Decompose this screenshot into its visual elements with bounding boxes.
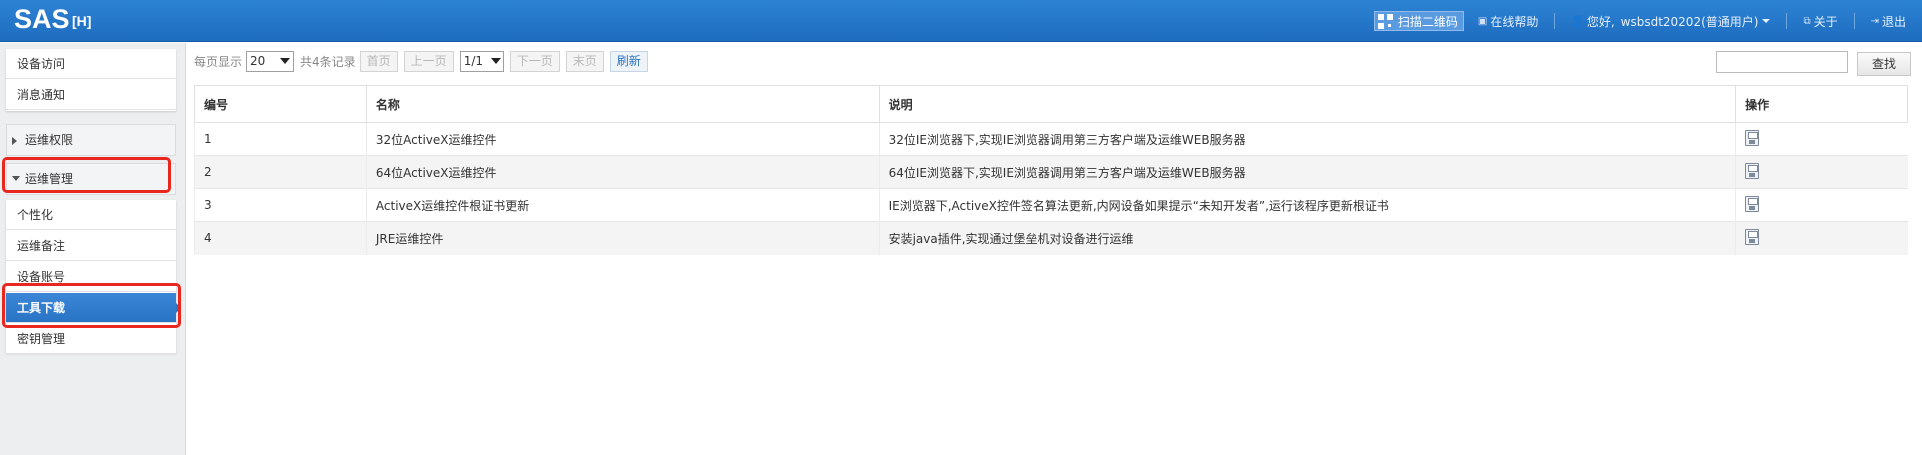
sidebar-item-ops-notes[interactable]: 运维备注 (6, 231, 176, 261)
username-label: wsbsdt20202(普通用户) (1620, 14, 1759, 29)
logout-icon: ⇥ (1870, 15, 1879, 27)
book-icon: ▣ (1477, 15, 1488, 27)
help-label: 在线帮助 (1490, 14, 1539, 29)
scan-qr-label: 扫描二维码 (1397, 14, 1458, 29)
save-icon[interactable] (1745, 195, 1760, 212)
table-row: 3 ActiveX运维控件根证书更新 IE浏览器下,ActiveX控件签名算法更… (194, 188, 1908, 222)
qr-code-icon (1377, 13, 1393, 29)
header-divider (1786, 13, 1788, 29)
row-description: 安装java插件,实现通过堡垒机对设备进行运维 (878, 221, 1736, 255)
sidebar-item-personalize[interactable]: 个性化 (6, 200, 176, 230)
row-actions (1735, 155, 1908, 189)
tools-table: 编号 名称 说明 操作 1 32位ActiveX运维控件 32位IE浏览器下,实… (194, 85, 1908, 255)
pagination-toolbar: 每页显示 20 共4条记录 首页 上一页 1/1 下一页 末页 刷新 (194, 49, 654, 73)
sidebar-group-label: 运维权限 (25, 133, 74, 147)
chevron-down-icon (491, 58, 501, 64)
chevron-down-icon (280, 58, 291, 64)
about-label: 关于 (1813, 14, 1838, 29)
user-menu[interactable]: 👤 您好, wsbsdt20202(普通用户) (1571, 13, 1771, 30)
row-actions (1735, 221, 1908, 255)
greeting-label: 您好, (1586, 14, 1615, 29)
table-row: 1 32位ActiveX运维控件 32位IE浏览器下,实现IE浏览器调用第三方客… (194, 122, 1908, 156)
column-header-actions: 操作 (1735, 85, 1908, 123)
last-page-button[interactable]: 末页 (565, 50, 604, 72)
column-header-name: 名称 (365, 85, 880, 123)
sidebar-item-tool-download[interactable]: 工具下载 (6, 293, 176, 323)
sidebar-item-key-management[interactable]: 密钥管理 (6, 324, 176, 354)
table-header-row: 编号 名称 说明 操作 (194, 85, 1908, 123)
total-records-label: 共4条记录 (300, 54, 356, 69)
sidebar-group-ops-permissions[interactable]: 运维权限 (6, 124, 176, 156)
row-name: ActiveX运维控件根证书更新 (365, 188, 880, 222)
page-select[interactable]: 1/1 (459, 50, 504, 72)
header-divider (1853, 13, 1855, 29)
refresh-button[interactable]: 刷新 (609, 50, 648, 72)
external-icon: ⧉ (1803, 15, 1811, 27)
prev-page-button[interactable]: 上一页 (403, 50, 454, 72)
row-id: 1 (194, 122, 367, 156)
sidebar-item-device-accounts[interactable]: 设备账号 (6, 262, 176, 292)
row-description: 32位IE浏览器下,实现IE浏览器调用第三方客户端及运维WEB服务器 (878, 122, 1736, 156)
row-name: 32位ActiveX运维控件 (365, 122, 880, 156)
first-page-button[interactable]: 首页 (359, 50, 398, 72)
per-page-label: 每页显示 (194, 54, 243, 69)
user-icon: 👤 (1571, 15, 1584, 27)
search-input[interactable] (1716, 51, 1848, 73)
row-id: 2 (194, 155, 367, 189)
column-header-description: 说明 (878, 85, 1737, 123)
scan-qr-button[interactable]: 扫描二维码 (1373, 11, 1464, 31)
sidebar: 设备访问 消息通知 运维权限 运维管理 个性化 运维备注 设备账号 工具下载 密… (0, 43, 186, 455)
save-icon[interactable] (1745, 228, 1760, 245)
about-link[interactable]: ⧉ 关于 (1803, 13, 1837, 30)
row-actions (1735, 122, 1908, 156)
next-page-button[interactable]: 下一页 (509, 50, 560, 72)
row-description: 64位IE浏览器下,实现IE浏览器调用第三方客户端及运维WEB服务器 (878, 155, 1736, 189)
row-id: 4 (194, 221, 367, 255)
row-actions (1735, 188, 1908, 222)
active-indicator (176, 303, 181, 313)
per-page-select[interactable]: 20 (246, 50, 295, 72)
top-header: SAS [H] 扫描二维码 ▣ 在线帮助 👤 您好, wsbsdt20202(普… (0, 0, 1922, 42)
sidebar-item-device-access[interactable]: 设备访问 (6, 49, 176, 79)
page-value: 1/1 (463, 54, 483, 68)
logout-label: 退出 (1881, 14, 1906, 29)
save-icon[interactable] (1745, 162, 1760, 179)
table-row: 4 JRE运维控件 安装java插件,实现通过堡垒机对设备进行运维 (194, 221, 1908, 255)
column-header-id: 编号 (194, 85, 367, 123)
per-page-value: 20 (250, 54, 266, 68)
chevron-down-icon (1762, 19, 1771, 23)
row-description: IE浏览器下,ActiveX控件签名算法更新,内网设备如果提示“未知开发者”,运… (878, 188, 1736, 222)
sidebar-group-label: 运维管理 (25, 172, 74, 186)
app-logo: SAS (14, 4, 70, 34)
row-name: JRE运维控件 (365, 221, 880, 255)
row-id: 3 (194, 188, 367, 222)
help-link[interactable]: ▣ 在线帮助 (1478, 13, 1538, 30)
app-logo-sub: [H] (72, 13, 92, 29)
chevron-down-icon (12, 176, 20, 181)
table-row: 2 64位ActiveX运维控件 64位IE浏览器下,实现IE浏览器调用第三方客… (194, 155, 1908, 189)
sidebar-item-notifications[interactable]: 消息通知 (6, 80, 176, 110)
save-icon[interactable] (1745, 129, 1760, 146)
search-button[interactable]: 查找 (1857, 52, 1911, 76)
logout-link[interactable]: ⇥ 退出 (1871, 13, 1906, 30)
row-name: 64位ActiveX运维控件 (365, 155, 880, 189)
sidebar-group-ops-management[interactable]: 运维管理 (6, 163, 176, 195)
header-divider (1554, 13, 1556, 29)
header-actions: 扫描二维码 ▣ 在线帮助 👤 您好, wsbsdt20202(普通用户) ⧉ 关… (1373, 0, 1922, 42)
chevron-right-icon (12, 137, 17, 145)
